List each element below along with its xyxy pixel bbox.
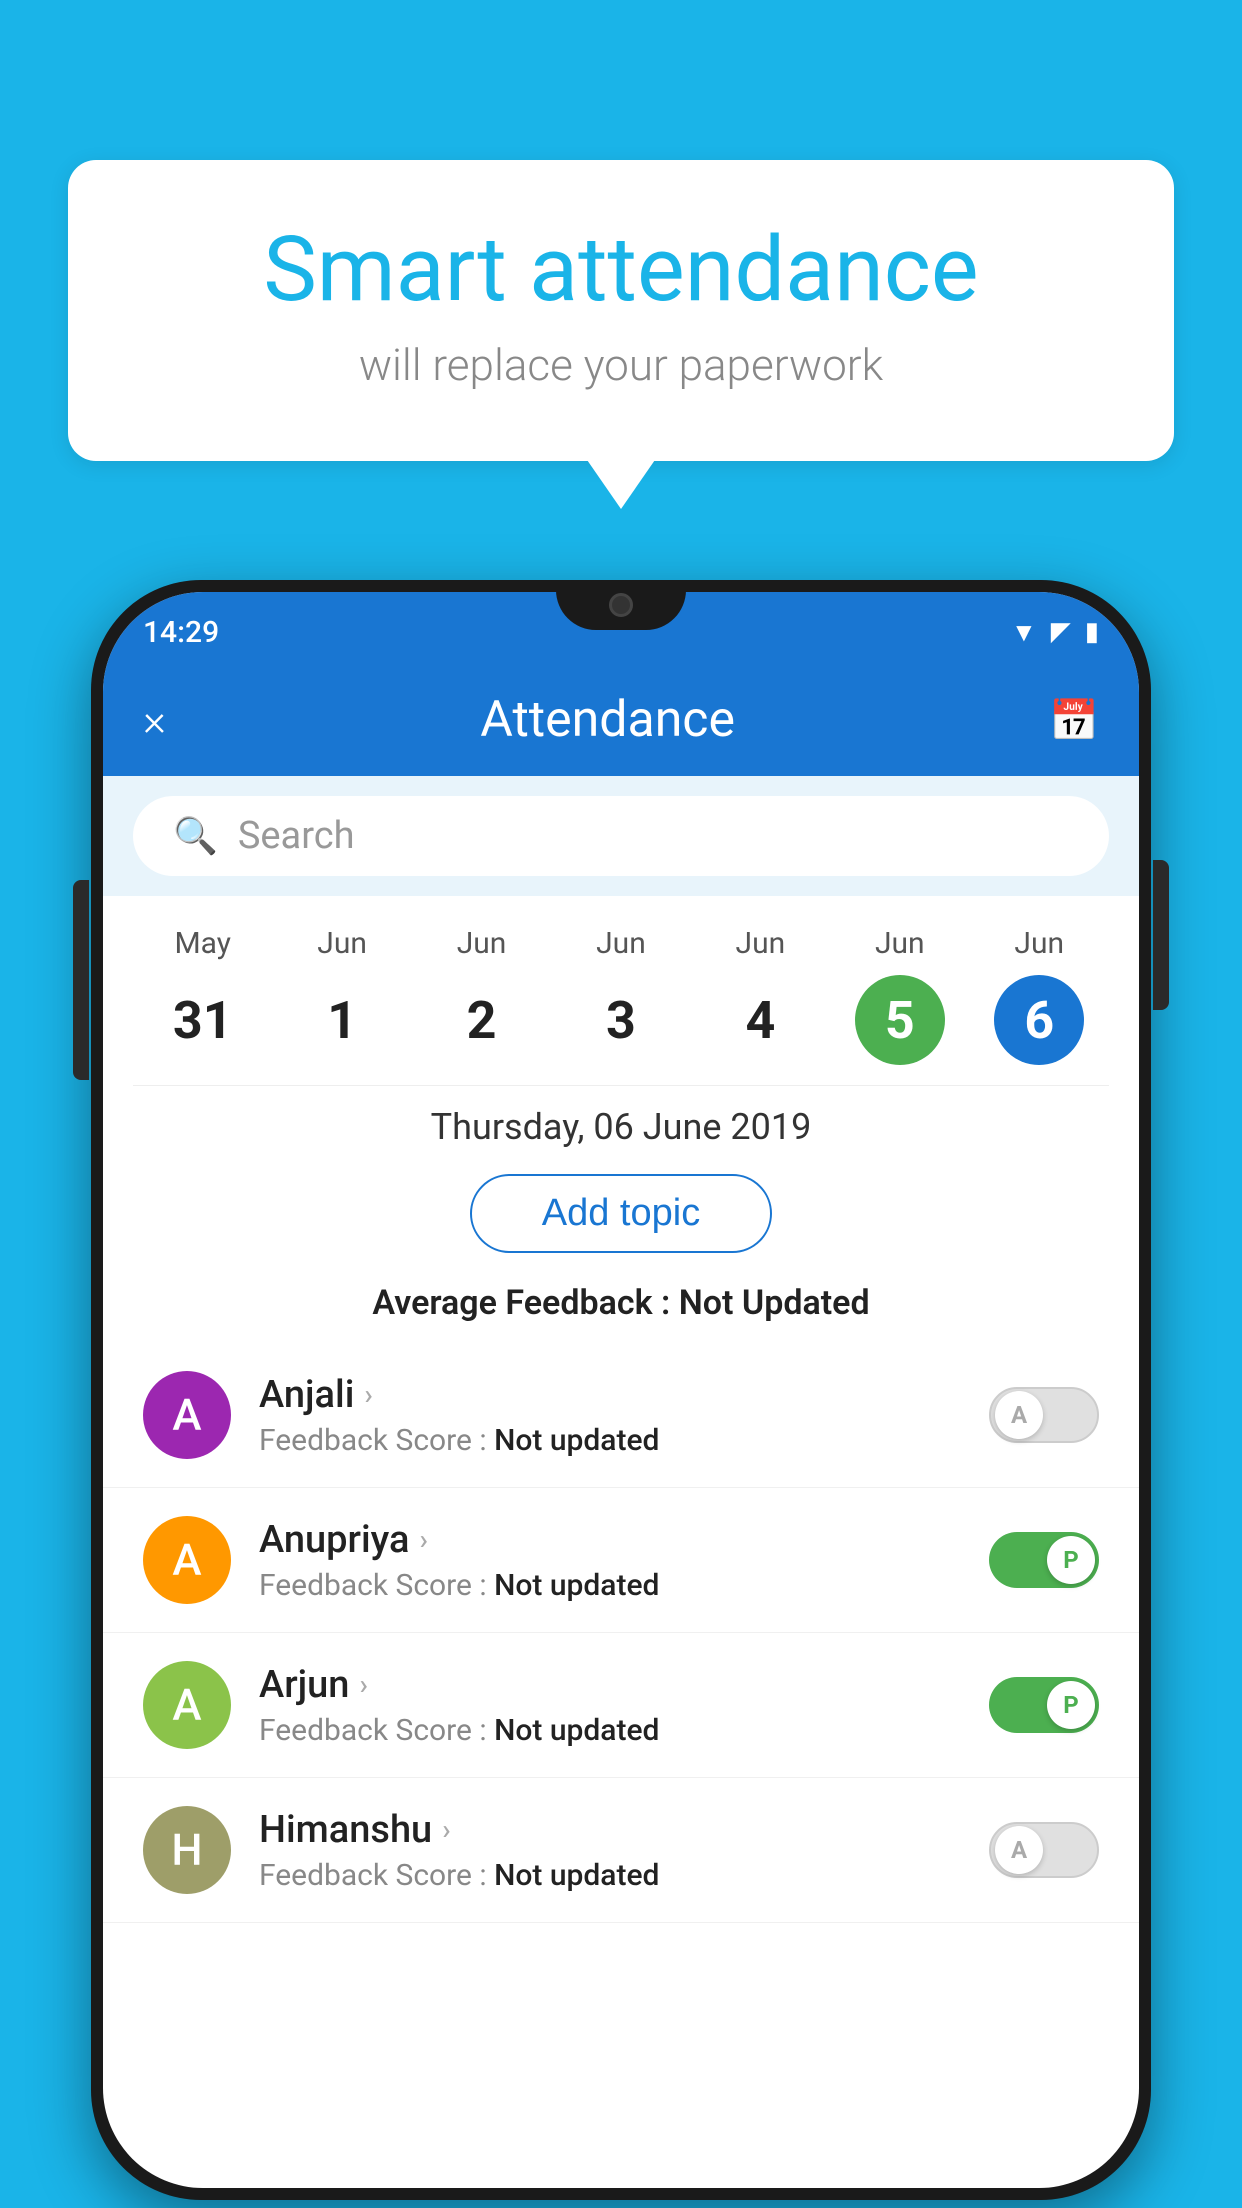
- phone-screen: 14:29 ▼ ◤ ▮ × Attendance 📅 🔍 Search: [103, 592, 1139, 2188]
- student-info: Anupriya › Feedback Score : Not updated: [259, 1518, 961, 1603]
- battery-icon: ▮: [1085, 617, 1099, 647]
- calendar-day-6[interactable]: Jun 6: [994, 926, 1084, 1065]
- cal-month-label: Jun: [1014, 926, 1064, 961]
- cal-month-label: May: [174, 926, 230, 961]
- avatar[interactable]: A: [143, 1516, 231, 1604]
- avg-feedback-label: Average Feedback : Not Updated: [372, 1283, 869, 1323]
- calendar-icon[interactable]: 📅: [1049, 697, 1099, 744]
- add-topic-button[interactable]: Add topic: [470, 1174, 772, 1253]
- chevron-icon: ›: [419, 1523, 427, 1556]
- status-time: 14:29: [143, 615, 219, 650]
- chevron-icon: ›: [364, 1378, 372, 1411]
- cal-month-label: Jun: [596, 926, 646, 961]
- attendance-toggle[interactable]: P: [989, 1532, 1099, 1588]
- phone-notch: [556, 580, 686, 630]
- selected-date-label: Thursday, 06 June 2019: [431, 1106, 812, 1148]
- feedback-score: Feedback Score : Not updated: [259, 1568, 961, 1603]
- phone-device: 14:29 ▼ ◤ ▮ × Attendance 📅 🔍 Search: [91, 580, 1151, 2200]
- feedback-score: Feedback Score : Not updated: [259, 1858, 961, 1893]
- status-icons: ▼ ◤ ▮: [1011, 617, 1099, 648]
- cal-day-number: 31: [158, 975, 248, 1065]
- wifi-icon: ▼: [1011, 617, 1037, 648]
- toggle-knob: A: [995, 1826, 1043, 1874]
- student-name[interactable]: Arjun ›: [259, 1663, 961, 1707]
- calendar-strip: May 31 Jun 1 Jun 2 Jun 3 Jun 4 Jun 5 Jun 6: [103, 896, 1139, 1085]
- cal-month-label: Jun: [457, 926, 507, 961]
- toggle-switch[interactable]: P: [989, 1532, 1099, 1588]
- cal-month-label: Jun: [736, 926, 786, 961]
- speech-bubble-section: Smart attendance will replace your paper…: [68, 160, 1174, 461]
- calendar-day-3[interactable]: Jun 3: [576, 926, 666, 1065]
- toggle-knob: P: [1047, 1681, 1095, 1729]
- student-item: A Anjali › Feedback Score : Not updated A: [103, 1343, 1139, 1488]
- student-item: H Himanshu › Feedback Score : Not updated A: [103, 1778, 1139, 1923]
- speech-bubble: Smart attendance will replace your paper…: [68, 160, 1174, 461]
- toggle-switch[interactable]: A: [989, 1387, 1099, 1443]
- cal-day-number: 5: [855, 975, 945, 1065]
- feedback-score: Feedback Score : Not updated: [259, 1423, 961, 1458]
- student-name[interactable]: Himanshu ›: [259, 1808, 961, 1852]
- date-info: Thursday, 06 June 2019: [103, 1086, 1139, 1158]
- front-camera: [609, 593, 633, 617]
- cal-day-number: 6: [994, 975, 1084, 1065]
- calendar-day-2[interactable]: Jun 2: [437, 926, 527, 1065]
- app-title: Attendance: [480, 691, 735, 749]
- student-name[interactable]: Anupriya ›: [259, 1518, 961, 1562]
- add-topic-container: Add topic: [103, 1158, 1139, 1273]
- student-info: Arjun › Feedback Score : Not updated: [259, 1663, 961, 1748]
- toggle-knob: P: [1047, 1536, 1095, 1584]
- toggle-knob: A: [995, 1391, 1043, 1439]
- calendar-day-5[interactable]: Jun 5: [855, 926, 945, 1065]
- chevron-icon: ›: [359, 1668, 367, 1701]
- cal-day-number: 2: [437, 975, 527, 1065]
- app-header: × Attendance 📅: [103, 664, 1139, 776]
- toggle-switch[interactable]: P: [989, 1677, 1099, 1733]
- search-container: 🔍 Search: [103, 776, 1139, 896]
- search-icon: 🔍: [173, 815, 218, 857]
- signal-icon: ◤: [1051, 617, 1071, 647]
- cal-day-number: 3: [576, 975, 666, 1065]
- feedback-score: Feedback Score : Not updated: [259, 1713, 961, 1748]
- student-list: AAnjali ›Feedback Score : Not updatedAAA…: [103, 1343, 1139, 1923]
- student-item: A Anupriya › Feedback Score : Not updated P: [103, 1488, 1139, 1633]
- student-name[interactable]: Anjali ›: [259, 1373, 961, 1417]
- student-info: Anjali › Feedback Score : Not updated: [259, 1373, 961, 1458]
- avatar[interactable]: H: [143, 1806, 231, 1894]
- phone-outer-shell: 14:29 ▼ ◤ ▮ × Attendance 📅 🔍 Search: [91, 580, 1151, 2200]
- average-feedback: Average Feedback : Not Updated: [103, 1273, 1139, 1343]
- cal-day-number: 4: [715, 975, 805, 1065]
- close-button[interactable]: ×: [143, 694, 166, 746]
- calendar-day-1[interactable]: Jun 1: [297, 926, 387, 1065]
- student-item: A Arjun › Feedback Score : Not updated P: [103, 1633, 1139, 1778]
- cal-month-label: Jun: [875, 926, 925, 961]
- cal-day-number: 1: [297, 975, 387, 1065]
- search-placeholder: Search: [238, 814, 355, 858]
- calendar-day-0[interactable]: May 31: [158, 926, 248, 1065]
- cal-month-label: Jun: [317, 926, 367, 961]
- student-info: Himanshu › Feedback Score : Not updated: [259, 1808, 961, 1893]
- toggle-switch[interactable]: A: [989, 1822, 1099, 1878]
- avatar[interactable]: A: [143, 1661, 231, 1749]
- bubble-subtitle: will replace your paperwork: [148, 339, 1094, 391]
- attendance-toggle[interactable]: A: [989, 1822, 1099, 1878]
- search-bar[interactable]: 🔍 Search: [133, 796, 1109, 876]
- bubble-title: Smart attendance: [148, 220, 1094, 319]
- chevron-icon: ›: [442, 1813, 450, 1846]
- calendar-day-4[interactable]: Jun 4: [715, 926, 805, 1065]
- attendance-toggle[interactable]: A: [989, 1387, 1099, 1443]
- attendance-toggle[interactable]: P: [989, 1677, 1099, 1733]
- avatar[interactable]: A: [143, 1371, 231, 1459]
